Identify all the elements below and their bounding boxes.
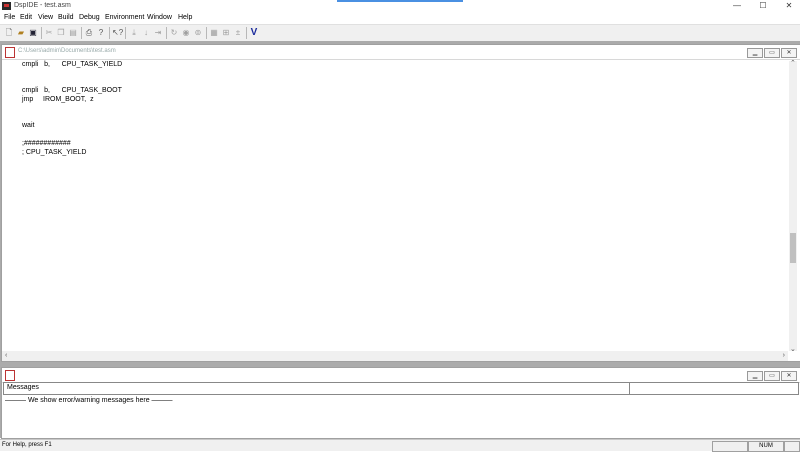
messages-caption: ▁ ▭ ✕ <box>2 368 800 383</box>
context-help-icon[interactable]: ↖? <box>112 27 123 38</box>
toolbar-separator <box>246 27 247 39</box>
menu-file[interactable]: File <box>4 14 15 21</box>
menu-environment[interactable]: Environment <box>105 14 144 21</box>
scroll-right-arrow[interactable]: › <box>783 352 785 359</box>
editor-scroll-thumb[interactable] <box>790 233 796 263</box>
toolbar-separator <box>166 27 167 39</box>
code-line[interactable]: cmpli b, CPU_TASK_YIELD <box>22 61 122 68</box>
verify-icon[interactable]: V <box>249 27 259 38</box>
editor-file-path: C:\Users\admin\Documents\test.asm <box>18 48 116 54</box>
registers-icon[interactable]: ⊞ <box>221 27 231 38</box>
document-icon <box>5 47 15 58</box>
messages-text: ——— We show error/warning messages here … <box>5 397 173 404</box>
menu-debug[interactable]: Debug <box>79 14 100 21</box>
menu-bar: File Edit View Build Debug Environment W… <box>0 12 800 24</box>
save-icon[interactable]: ▣ <box>28 27 38 38</box>
scroll-up-arrow[interactable]: ⌃ <box>790 59 796 67</box>
run-to-cursor-icon[interactable]: ⇥ <box>153 27 163 38</box>
messages-header-label: Messages <box>7 384 39 391</box>
editor-restore-button[interactable]: ▭ <box>764 48 780 58</box>
menu-edit[interactable]: Edit <box>20 14 32 21</box>
messages-header: Messages <box>3 382 799 395</box>
messages-restore-button[interactable]: ▭ <box>764 371 780 381</box>
toolbar-separator <box>41 27 42 39</box>
restart-icon[interactable]: ↻ <box>169 27 179 38</box>
scroll-left-arrow[interactable]: ‹ <box>5 352 7 359</box>
status-help-text: For Help, press F1 <box>2 442 52 448</box>
status-panel <box>712 441 748 452</box>
disassembly-icon[interactable]: ± <box>233 27 243 38</box>
status-bar: For Help, press F1 NUM <box>0 439 800 452</box>
code-line[interactable]: jmp IROM_BOOT, z <box>22 96 94 103</box>
code-line[interactable]: wait <box>22 122 34 129</box>
editor-caption: C:\Users\admin\Documents\test.asm ▁ ▭ ✕ <box>2 45 800 60</box>
step-over-icon[interactable]: ↓ <box>141 27 151 38</box>
toolbar-separator <box>109 27 110 39</box>
toolbar-separator <box>206 27 207 39</box>
copy-icon[interactable]: ❐ <box>56 27 66 38</box>
step-into-icon[interactable]: ⤓ <box>129 27 139 38</box>
open-file-icon[interactable]: ▰ <box>16 27 26 38</box>
stop-icon[interactable]: ◉ <box>181 27 191 38</box>
help-icon[interactable]: ? <box>96 27 106 38</box>
editor-window: C:\Users\admin\Documents\test.asm ▁ ▭ ✕ … <box>1 44 800 362</box>
num-lock-indicator: NUM <box>748 441 784 452</box>
minimize-button[interactable]: — <box>730 1 744 11</box>
toolbar-separator <box>81 27 82 39</box>
paste-icon[interactable]: ▤ <box>68 27 78 38</box>
menu-window[interactable]: Window <box>147 14 172 21</box>
reset-icon[interactable]: ⊚ <box>193 27 203 38</box>
editor-horizontal-scrollbar[interactable]: ‹ › <box>2 351 788 361</box>
toolbar: 🗋 ▰ ▣ ✂ ❐ ▤ ⎙ ? ↖? ⤓ ↓ ⇥ ↻ ◉ ⊚ ▦ ⊞ ± V <box>0 24 800 42</box>
column-divider[interactable] <box>629 383 630 394</box>
menu-help[interactable]: Help <box>178 14 192 21</box>
editor-close-button[interactable]: ✕ <box>781 48 797 58</box>
menu-build[interactable]: Build <box>58 14 74 21</box>
editor-vertical-scrollbar[interactable]: ⌃ ⌄ <box>789 59 797 353</box>
editor-minimize-button[interactable]: ▁ <box>747 48 763 58</box>
memory-icon[interactable]: ▦ <box>209 27 219 38</box>
code-line[interactable]: ;############ <box>22 140 71 147</box>
maximize-button[interactable]: ☐ <box>756 1 770 11</box>
status-panel <box>784 441 800 452</box>
scroll-down-arrow[interactable]: ⌄ <box>790 345 796 353</box>
code-line[interactable]: ; CPU_TASK_YIELD <box>22 149 86 156</box>
messages-close-button[interactable]: ✕ <box>781 371 797 381</box>
window-title: DspIDE - test.asm <box>14 2 71 9</box>
code-line[interactable]: cmpli b, CPU_TASK_BOOT <box>22 87 122 94</box>
messages-window: ▁ ▭ ✕ Messages ——— We show error/warning… <box>1 367 800 439</box>
title-accent <box>337 0 463 2</box>
print-icon[interactable]: ⎙ <box>84 27 94 38</box>
title-bar: DspIDE - test.asm — ☐ ✕ <box>0 0 800 12</box>
menu-view[interactable]: View <box>38 14 53 21</box>
app-icon <box>2 2 11 10</box>
toolbar-separator <box>125 27 126 39</box>
close-button[interactable]: ✕ <box>782 1 796 11</box>
messages-minimize-button[interactable]: ▁ <box>747 371 763 381</box>
new-file-icon[interactable]: 🗋 <box>4 27 14 38</box>
document-icon <box>5 370 15 381</box>
cut-icon[interactable]: ✂ <box>44 27 54 38</box>
